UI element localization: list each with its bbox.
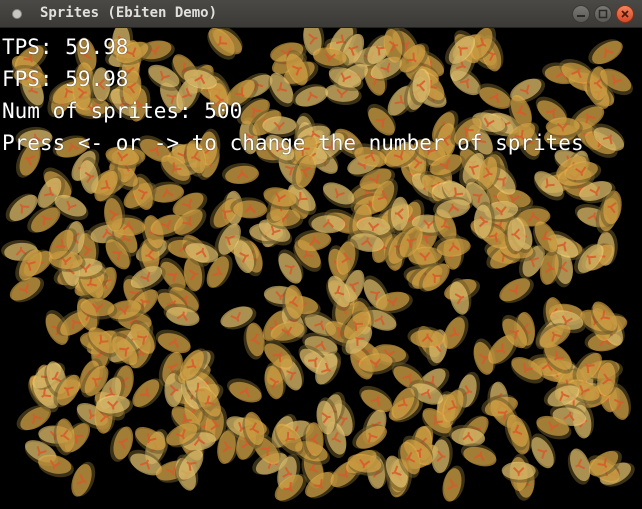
sprite: [501, 461, 539, 483]
window-controls: [572, 5, 634, 23]
window-title: Sprites (Ebiten Demo): [40, 5, 218, 21]
minimize-icon: [577, 15, 585, 17]
sprite: [227, 378, 262, 403]
close-button[interactable]: [616, 5, 634, 23]
maximize-button[interactable]: [594, 5, 612, 23]
sprite: [221, 162, 260, 185]
sprite: [588, 39, 623, 65]
game-canvas[interactable]: TPS: 59.98 FPS: 59.98 Num of sprites: 50…: [0, 28, 642, 509]
window-menu-icon[interactable]: [12, 9, 22, 19]
fps-readout: FPS: 59.98: [2, 67, 129, 91]
sprite: [407, 326, 445, 348]
sprite: [431, 436, 453, 474]
sprite-count-readout: Num of sprites: 500: [2, 99, 243, 123]
app-window: Sprites (Ebiten Demo) TPS: 59.98 FPS: 59…: [0, 0, 642, 509]
title-bar[interactable]: Sprites (Ebiten Demo): [0, 0, 642, 28]
minimize-button[interactable]: [572, 5, 590, 23]
close-icon: [621, 10, 629, 18]
sprite: [243, 322, 265, 360]
controls-hint: Press <- or -> to change the number of s…: [2, 131, 584, 155]
maximize-icon: [598, 9, 608, 19]
sprite: [71, 461, 96, 497]
hud-overlay: TPS: 59.98 FPS: 59.98 Num of sprites: 50…: [2, 31, 584, 159]
tps-readout: TPS: 59.98: [2, 35, 129, 59]
sprite: [499, 278, 534, 304]
